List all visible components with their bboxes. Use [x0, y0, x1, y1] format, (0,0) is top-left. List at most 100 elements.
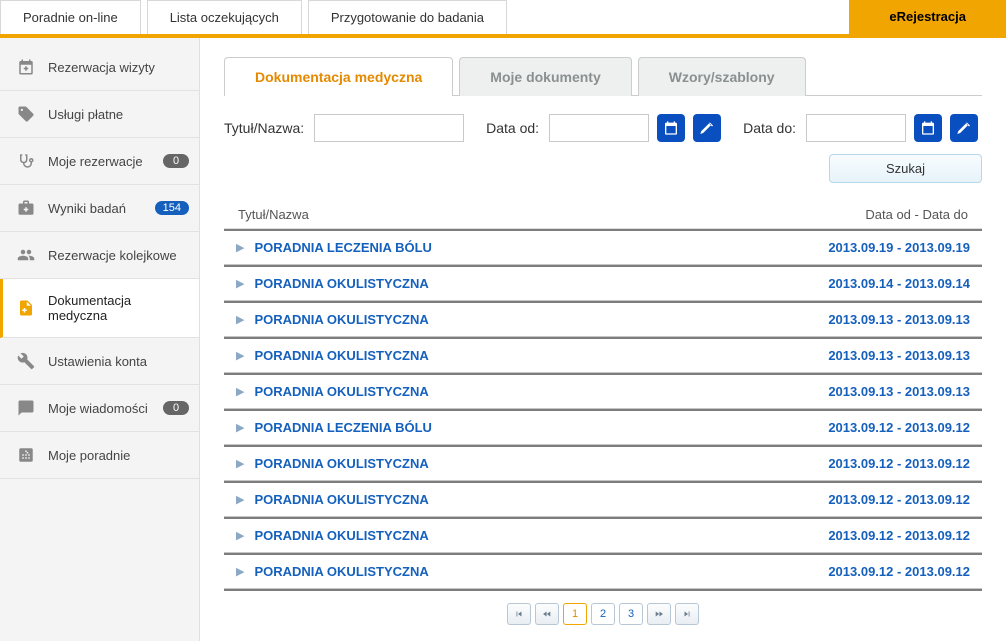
- sidebar-item-uslugi-platne[interactable]: Usługi płatne: [0, 91, 199, 138]
- row-title: PORADNIA OKULISTYCZNA: [254, 276, 828, 291]
- row-title: PORADNIA OKULISTYCZNA: [254, 312, 828, 327]
- document-medical-icon: [12, 299, 40, 317]
- table-row[interactable]: ▶PORADNIA OKULISTYCZNA2013.09.12 - 2013.…: [224, 445, 982, 481]
- sidebar-item-dokumentacja-medyczna[interactable]: Dokumentacja medyczna: [0, 279, 199, 338]
- row-title: PORADNIA LECZENIA BÓLU: [254, 420, 828, 435]
- row-dates: 2013.09.12 - 2013.09.12: [828, 564, 970, 579]
- table-row[interactable]: ▶ PORADNIA OKULISTYCZNA2013.09.13 - 2013.…: [224, 373, 982, 409]
- table-row[interactable]: ▶ PORADNIA OKULISTYCZNA2013.09.12 - 2013.…: [224, 517, 982, 553]
- row-dates: 2013.09.12 - 2013.09.12: [828, 528, 970, 543]
- topnav-przygotowanie[interactable]: Przygotowanie do badania: [308, 0, 507, 34]
- page-first-button[interactable]: [507, 603, 531, 625]
- search-button[interactable]: Szukaj: [829, 154, 982, 183]
- table-header: Tytuł/Nazwa Data od - Data do: [224, 201, 982, 229]
- date-to-input[interactable]: [806, 114, 906, 142]
- date-from-input[interactable]: [549, 114, 649, 142]
- badge-count: 0: [163, 154, 189, 168]
- sidebar-item-label: Dokumentacja medyczna: [48, 293, 189, 323]
- row-dates: 2013.09.13 - 2013.09.13: [828, 384, 970, 399]
- sidebar-item-label: Wyniki badań: [48, 201, 155, 216]
- date-to-picker-button[interactable]: [914, 114, 942, 142]
- sidebar-item-moje-poradnie[interactable]: Moje poradnie: [0, 432, 199, 479]
- tab-dokumentacja-medyczna[interactable]: Dokumentacja medyczna: [224, 57, 453, 96]
- row-title: PORADNIA OKULISTYCZNA: [254, 564, 828, 579]
- expand-caret-icon: ▶: [236, 529, 244, 542]
- tab-moje-dokumenty[interactable]: Moje dokumenty: [459, 57, 631, 96]
- tabs: Dokumentacja medyczna Moje dokumenty Wzo…: [224, 56, 982, 96]
- filter-bar: Tytuł/Nazwa: Data od: Data do:: [224, 114, 982, 142]
- table-row[interactable]: ▶ PORADNIA LECZENIA BÓLU2013.09.19 - 2013…: [224, 229, 982, 265]
- page-2-button[interactable]: 2: [591, 603, 615, 625]
- sidebar-item-label: Rezerwacja wizyty: [48, 60, 189, 75]
- sidebar-item-rezerwacja-wizyty[interactable]: Rezerwacja wizyty: [0, 44, 199, 91]
- page-3-button[interactable]: 3: [619, 603, 643, 625]
- sidebar-item-label: Rezerwacje kolejkowe: [48, 248, 189, 263]
- row-title: PORADNIA OKULISTYCZNA: [254, 384, 828, 399]
- table-row[interactable]: ▶ PORADNIA OKULISTYCZNA2013.09.13 - 2013.…: [224, 337, 982, 373]
- date-to-label: Data do:: [743, 120, 796, 136]
- row-title: PORADNIA OKULISTYCZNA: [254, 528, 828, 543]
- tab-wzory-szablony[interactable]: Wzory/szablony: [638, 57, 806, 96]
- date-from-clear-button[interactable]: [693, 114, 721, 142]
- paginator: 1 2 3: [224, 603, 982, 625]
- date-to-clear-button[interactable]: [950, 114, 978, 142]
- table-row[interactable]: ▶ PORADNIA OKULISTYCZNA2013.09.14 - 2013.…: [224, 265, 982, 301]
- row-title: PORADNIA OKULISTYCZNA: [254, 456, 828, 471]
- row-dates: 2013.09.12 - 2013.09.12: [828, 456, 970, 471]
- date-from-picker-button[interactable]: [657, 114, 685, 142]
- sidebar-item-label: Moje poradnie: [48, 448, 189, 463]
- sidebar-item-label: Moje wiadomości: [48, 401, 163, 416]
- table-row[interactable]: ▶ PORADNIA OKULISTYCZNA2013.09.12 - 2013.…: [224, 481, 982, 517]
- sidebar-item-label: Ustawienia konta: [48, 354, 189, 369]
- expand-caret-icon: ▶: [236, 313, 244, 326]
- top-nav: Poradnie on-line Lista oczekujących Przy…: [0, 0, 1006, 38]
- row-dates: 2013.09.13 - 2013.09.13: [828, 348, 970, 363]
- badge-count: 154: [155, 201, 189, 215]
- row-dates: 2013.09.12 - 2013.09.12: [828, 492, 970, 507]
- table-row[interactable]: ▶ PORADNIA OKULISTYCZNA2013.09.13 - 2013.…: [224, 301, 982, 337]
- column-title: Tytuł/Nazwa: [238, 207, 768, 222]
- expand-caret-icon: ▶: [236, 385, 244, 398]
- sidebar: Rezerwacja wizyty Usługi płatne Moje rez…: [0, 38, 200, 641]
- main-content: Dokumentacja medyczna Moje dokumenty Wzo…: [200, 38, 1006, 641]
- page-prev-button[interactable]: [535, 603, 559, 625]
- badge-count: 0: [163, 401, 189, 415]
- table-row[interactable]: ▶PORADNIA LECZENIA BÓLU2013.09.12 - 2013…: [224, 409, 982, 445]
- row-dates: 2013.09.13 - 2013.09.13: [828, 312, 970, 327]
- stethoscope-icon: [12, 152, 40, 170]
- wrench-icon: [12, 352, 40, 370]
- expand-caret-icon: ▶: [236, 277, 244, 290]
- hospital-icon: [12, 446, 40, 464]
- date-from-label: Data od:: [486, 120, 539, 136]
- expand-caret-icon: ▶: [236, 349, 244, 362]
- row-title: PORADNIA OKULISTYCZNA: [254, 348, 828, 363]
- row-title: PORADNIA LECZENIA BÓLU: [254, 240, 828, 255]
- sidebar-item-ustawienia-konta[interactable]: Ustawienia konta: [0, 338, 199, 385]
- page-next-button[interactable]: [647, 603, 671, 625]
- title-label: Tytuł/Nazwa:: [224, 120, 304, 136]
- title-input[interactable]: [314, 114, 464, 142]
- topnav-poradnie[interactable]: Poradnie on-line: [0, 0, 141, 34]
- column-dates: Data od - Data do: [768, 207, 968, 222]
- page-1-button[interactable]: 1: [563, 603, 587, 625]
- people-icon: [12, 246, 40, 264]
- row-dates: 2013.09.19 - 2013.09.19: [828, 240, 970, 255]
- expand-caret-icon: ▶: [236, 565, 244, 578]
- topnav-spacer: [513, 0, 849, 34]
- expand-caret-icon: ▶: [236, 241, 244, 254]
- topnav-lista[interactable]: Lista oczekujących: [147, 0, 302, 34]
- brand-erejestracja[interactable]: eRejestracja: [849, 0, 1006, 34]
- row-dates: 2013.09.14 - 2013.09.14: [828, 276, 970, 291]
- sidebar-item-label: Moje rezerwacje: [48, 154, 163, 169]
- table-row[interactable]: ▶ PORADNIA OKULISTYCZNA2013.09.12 - 2013.…: [224, 553, 982, 589]
- page-last-button[interactable]: [675, 603, 699, 625]
- expand-caret-icon: ▶: [236, 493, 244, 506]
- sidebar-item-rezerwacje-kolejkowe[interactable]: Rezerwacje kolejkowe: [0, 232, 199, 279]
- row-title: PORADNIA OKULISTYCZNA: [254, 492, 828, 507]
- chat-icon: [12, 399, 40, 417]
- sidebar-item-moje-rezerwacje[interactable]: Moje rezerwacje 0: [0, 138, 199, 185]
- sidebar-item-wyniki-badan[interactable]: Wyniki badań 154: [0, 185, 199, 232]
- briefcase-medical-icon: [12, 199, 40, 217]
- table-body: ▶PORADNIA LECZENIA BÓLU2013.09.19 - 2013…: [224, 229, 982, 591]
- sidebar-item-moje-wiadomosci[interactable]: Moje wiadomości 0: [0, 385, 199, 432]
